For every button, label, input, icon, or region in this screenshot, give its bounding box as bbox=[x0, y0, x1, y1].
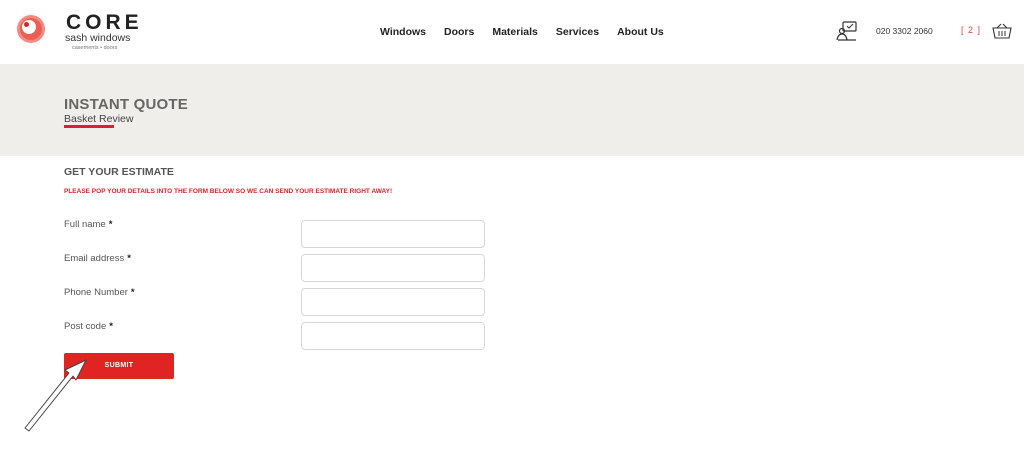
full-name-label-text: Full name bbox=[64, 219, 106, 230]
phone-label-text: Phone Number bbox=[64, 287, 128, 298]
nav-item-windows[interactable]: Windows bbox=[380, 26, 426, 38]
email-input[interactable] bbox=[301, 254, 485, 282]
email-label: Email address * bbox=[64, 253, 131, 264]
required-mark: * bbox=[130, 287, 135, 298]
site-header: CORE sash windows casements • doors Wind… bbox=[0, 0, 1024, 64]
arrow-pointer-icon bbox=[24, 359, 87, 432]
title-underline bbox=[64, 125, 114, 128]
logo-name: CORE bbox=[66, 11, 143, 34]
required-mark: * bbox=[108, 219, 113, 230]
logo[interactable]: CORE sash windows casements • doors bbox=[16, 12, 139, 54]
logo-tagline: casements • doors bbox=[72, 45, 118, 51]
basket-count[interactable]: [ 2 ] bbox=[961, 25, 981, 36]
main-nav: Windows Doors Materials Services About U… bbox=[380, 26, 682, 38]
phone-number[interactable]: 020 3302 2060 bbox=[876, 26, 933, 36]
form-title: GET YOUR ESTIMATE bbox=[64, 166, 174, 178]
phone-input[interactable] bbox=[301, 288, 485, 316]
nav-item-doors[interactable]: Doors bbox=[444, 26, 474, 38]
postcode-input[interactable] bbox=[301, 322, 485, 350]
logo-mark-icon bbox=[17, 15, 45, 43]
nav-item-services[interactable]: Services bbox=[556, 26, 599, 38]
contact-monitor-icon[interactable] bbox=[836, 21, 858, 41]
breadcrumb: Basket Review bbox=[64, 113, 134, 125]
postcode-label-text: Post code bbox=[64, 321, 107, 332]
phone-label: Phone Number * bbox=[64, 287, 135, 298]
full-name-input[interactable] bbox=[301, 220, 485, 248]
form-note: PLEASE POP YOUR DETAILS INTO THE FORM BE… bbox=[64, 188, 393, 195]
basket-icon[interactable] bbox=[992, 23, 1012, 40]
page-title: INSTANT QUOTE bbox=[64, 96, 188, 113]
email-label-text: Email address bbox=[64, 253, 125, 264]
postcode-label: Post code * bbox=[64, 321, 113, 332]
full-name-label: Full name * bbox=[64, 219, 112, 230]
required-mark: * bbox=[127, 253, 131, 264]
nav-item-materials[interactable]: Materials bbox=[492, 26, 538, 38]
logo-subtitle: sash windows bbox=[65, 32, 131, 44]
nav-item-about-us[interactable]: About Us bbox=[617, 26, 664, 38]
required-mark: * bbox=[109, 321, 113, 332]
